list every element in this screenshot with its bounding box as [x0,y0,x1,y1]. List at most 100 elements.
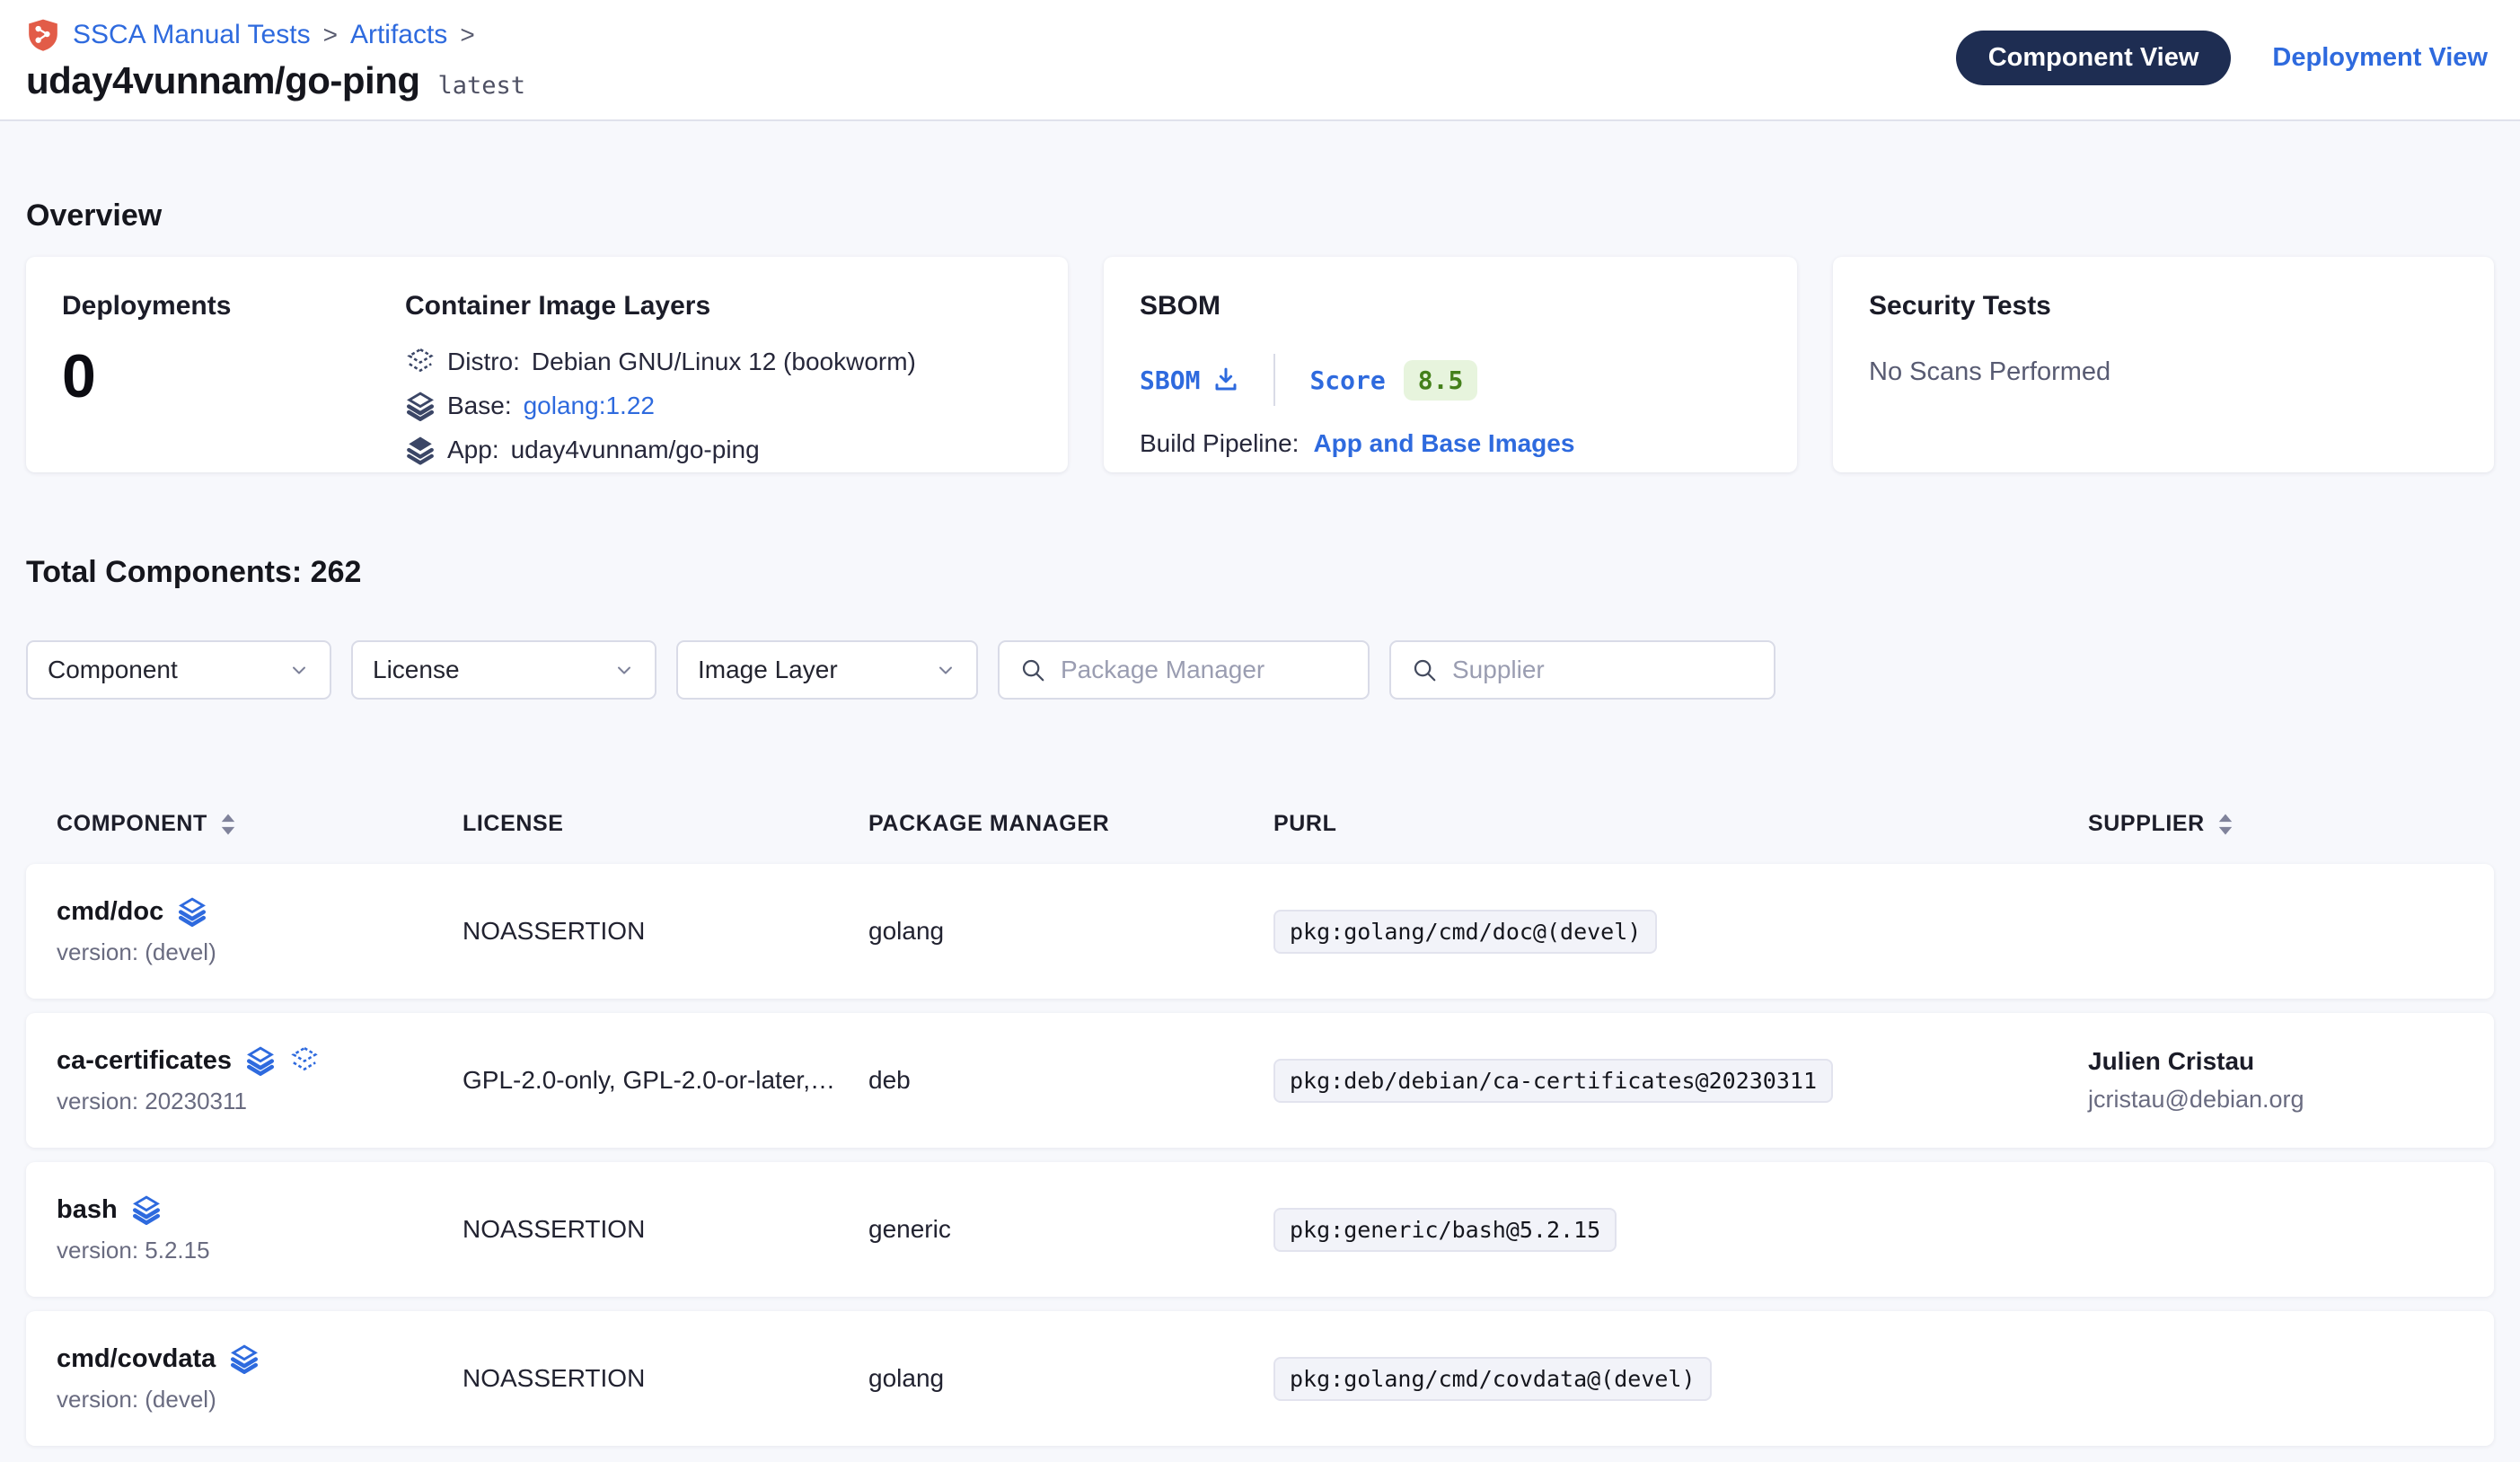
component-filter-dropdown[interactable]: Component [26,640,331,700]
column-header-package-manager: PACKAGE MANAGER [868,811,1273,837]
column-header-purl: PURL [1273,811,2088,837]
license-cell: GPL-2.0-only, GPL-2.0-or-later, M... [463,1066,868,1095]
container-image-layers-block: Container Image Layers Distro: Debian GN… [405,291,916,438]
dropdown-value: License [373,656,460,684]
download-icon[interactable] [1212,366,1239,393]
column-label: PACKAGE MANAGER [868,811,1109,837]
component-version: version: 20230311 [57,1088,463,1115]
build-pipeline-link[interactable]: App and Base Images [1313,429,1574,458]
purl-cell: pkg:deb/debian/ca-certificates@20230311 [1273,1059,2088,1103]
vertical-divider [1273,354,1275,406]
license-cell: NOASSERTION [463,1364,868,1393]
breadcrumb-separator-icon: > [460,21,474,49]
layer-row-base: Base: golang:1.22 [405,391,916,421]
overview-cards: Deployments 0 Container Image Layers Dis… [26,257,2494,472]
purl-chip: pkg:golang/cmd/doc@(devel) [1273,910,1657,954]
ssca-shield-logo-icon [26,18,60,52]
total-components-heading: Total Components: 262 [26,555,2494,590]
purl-chip: pkg:generic/bash@5.2.15 [1273,1208,1617,1252]
chevron-down-icon [613,659,635,681]
component-name: cmd/doc [57,897,163,927]
components-table-header: COMPONENT LICENSE PACKAGE MANAGER PURL S… [26,811,2494,837]
column-header-supplier: SUPPLIER [2088,811,2494,837]
package-manager-cell: deb [868,1066,1273,1095]
view-toggle: Component View Deployment View [1956,31,2488,85]
package-manager-search[interactable] [998,640,1370,700]
base-image-link[interactable]: golang:1.22 [524,392,655,420]
table-row[interactable]: cmd/covdata version: (devel) NOASSERTION… [26,1311,2494,1446]
column-label: LICENSE [463,811,564,837]
supplier-search-input[interactable] [1452,656,1754,684]
image-layer-filter-dropdown[interactable]: Image Layer [676,640,978,700]
layers-half-icon [131,1194,162,1225]
main-content: Overview Deployments 0 Container Image L… [0,198,2520,1446]
layer-label: Base: [447,392,512,420]
filters-bar: Component License Image Layer [26,640,2494,700]
package-manager-search-input[interactable] [1061,656,1348,684]
component-name: bash [57,1195,118,1225]
purl-chip: pkg:golang/cmd/covdata@(devel) [1273,1357,1712,1401]
sort-icon[interactable] [2217,813,2234,836]
component-version: version: 5.2.15 [57,1237,463,1264]
container-image-layers-label: Container Image Layers [405,291,916,321]
component-cell: bash version: 5.2.15 [57,1194,463,1264]
supplier-search[interactable] [1389,640,1775,700]
deployments-block: Deployments 0 [62,291,405,438]
column-label: COMPONENT [57,811,207,837]
sbom-score-label: Score [1309,366,1385,395]
layer-row-distro: Distro: Debian GNU/Linux 12 (bookworm) [405,347,916,377]
layers-half-icon [177,896,207,927]
license-filter-dropdown[interactable]: License [351,640,656,700]
layers-dashed-icon [289,1045,320,1076]
purl-cell: pkg:generic/bash@5.2.15 [1273,1208,2088,1252]
layers-half-icon [405,391,436,421]
chevron-down-icon [288,659,310,681]
purl-cell: pkg:golang/cmd/covdata@(devel) [1273,1357,2088,1401]
component-name: cmd/covdata [57,1344,216,1374]
table-row[interactable]: ca-certificates version: 20230311 GPL-2.… [26,1013,2494,1148]
column-header-component: COMPONENT [57,811,463,837]
search-icon [1019,656,1046,683]
column-label: PURL [1273,811,1336,837]
sbom-download-link[interactable]: SBOM [1140,366,1239,395]
page-header: SSCA Manual Tests > Artifacts > uday4vun… [0,0,2520,121]
component-cell: ca-certificates version: 20230311 [57,1045,463,1115]
deployments-layers-card: Deployments 0 Container Image Layers Dis… [26,257,1068,472]
component-cell: cmd/doc version: (devel) [57,896,463,966]
layers-half-icon [245,1045,276,1076]
component-name: ca-certificates [57,1046,232,1076]
breadcrumb-separator-icon: > [323,21,338,49]
security-tests-status: No Scans Performed [1869,357,2458,387]
purl-chip: pkg:deb/debian/ca-certificates@20230311 [1273,1059,1833,1103]
chevron-down-icon [935,659,956,681]
purl-cell: pkg:golang/cmd/doc@(devel) [1273,910,2088,954]
layers-dashed-icon [405,347,436,377]
component-view-button[interactable]: Component View [1956,31,2232,85]
package-manager-cell: golang [868,1364,1273,1393]
layer-label: App: [447,436,499,464]
layers-solid-icon [405,435,436,465]
table-row[interactable]: bash version: 5.2.15 NOASSERTION generic… [26,1162,2494,1297]
breadcrumb-link-project[interactable]: SSCA Manual Tests [73,20,311,50]
sort-icon[interactable] [220,813,236,836]
search-icon [1411,656,1438,683]
breadcrumb-link-artifacts[interactable]: Artifacts [350,20,447,50]
component-cell: cmd/covdata version: (devel) [57,1343,463,1414]
supplier-name: Julien Cristau [2088,1047,2494,1076]
deployments-label: Deployments [62,291,405,321]
layer-label: Distro: [447,348,520,376]
build-pipeline-label: Build Pipeline: [1140,429,1299,458]
sbom-card-title: SBOM [1140,291,1761,321]
dropdown-value: Component [48,656,178,684]
supplier-cell: Julien Cristau jcristau@debian.org [2088,1047,2494,1114]
table-row[interactable]: cmd/doc version: (devel) NOASSERTION gol… [26,864,2494,999]
layer-value: Debian GNU/Linux 12 (bookworm) [532,348,916,376]
components-table-body: cmd/doc version: (devel) NOASSERTION gol… [26,864,2494,1446]
layers-half-icon [229,1343,260,1374]
dropdown-value: Image Layer [698,656,838,684]
overview-heading: Overview [26,198,2494,233]
deployment-view-link[interactable]: Deployment View [2272,43,2488,73]
component-version: version: (devel) [57,938,463,966]
license-cell: NOASSERTION [463,917,868,946]
supplier-email: jcristau@debian.org [2088,1086,2494,1114]
